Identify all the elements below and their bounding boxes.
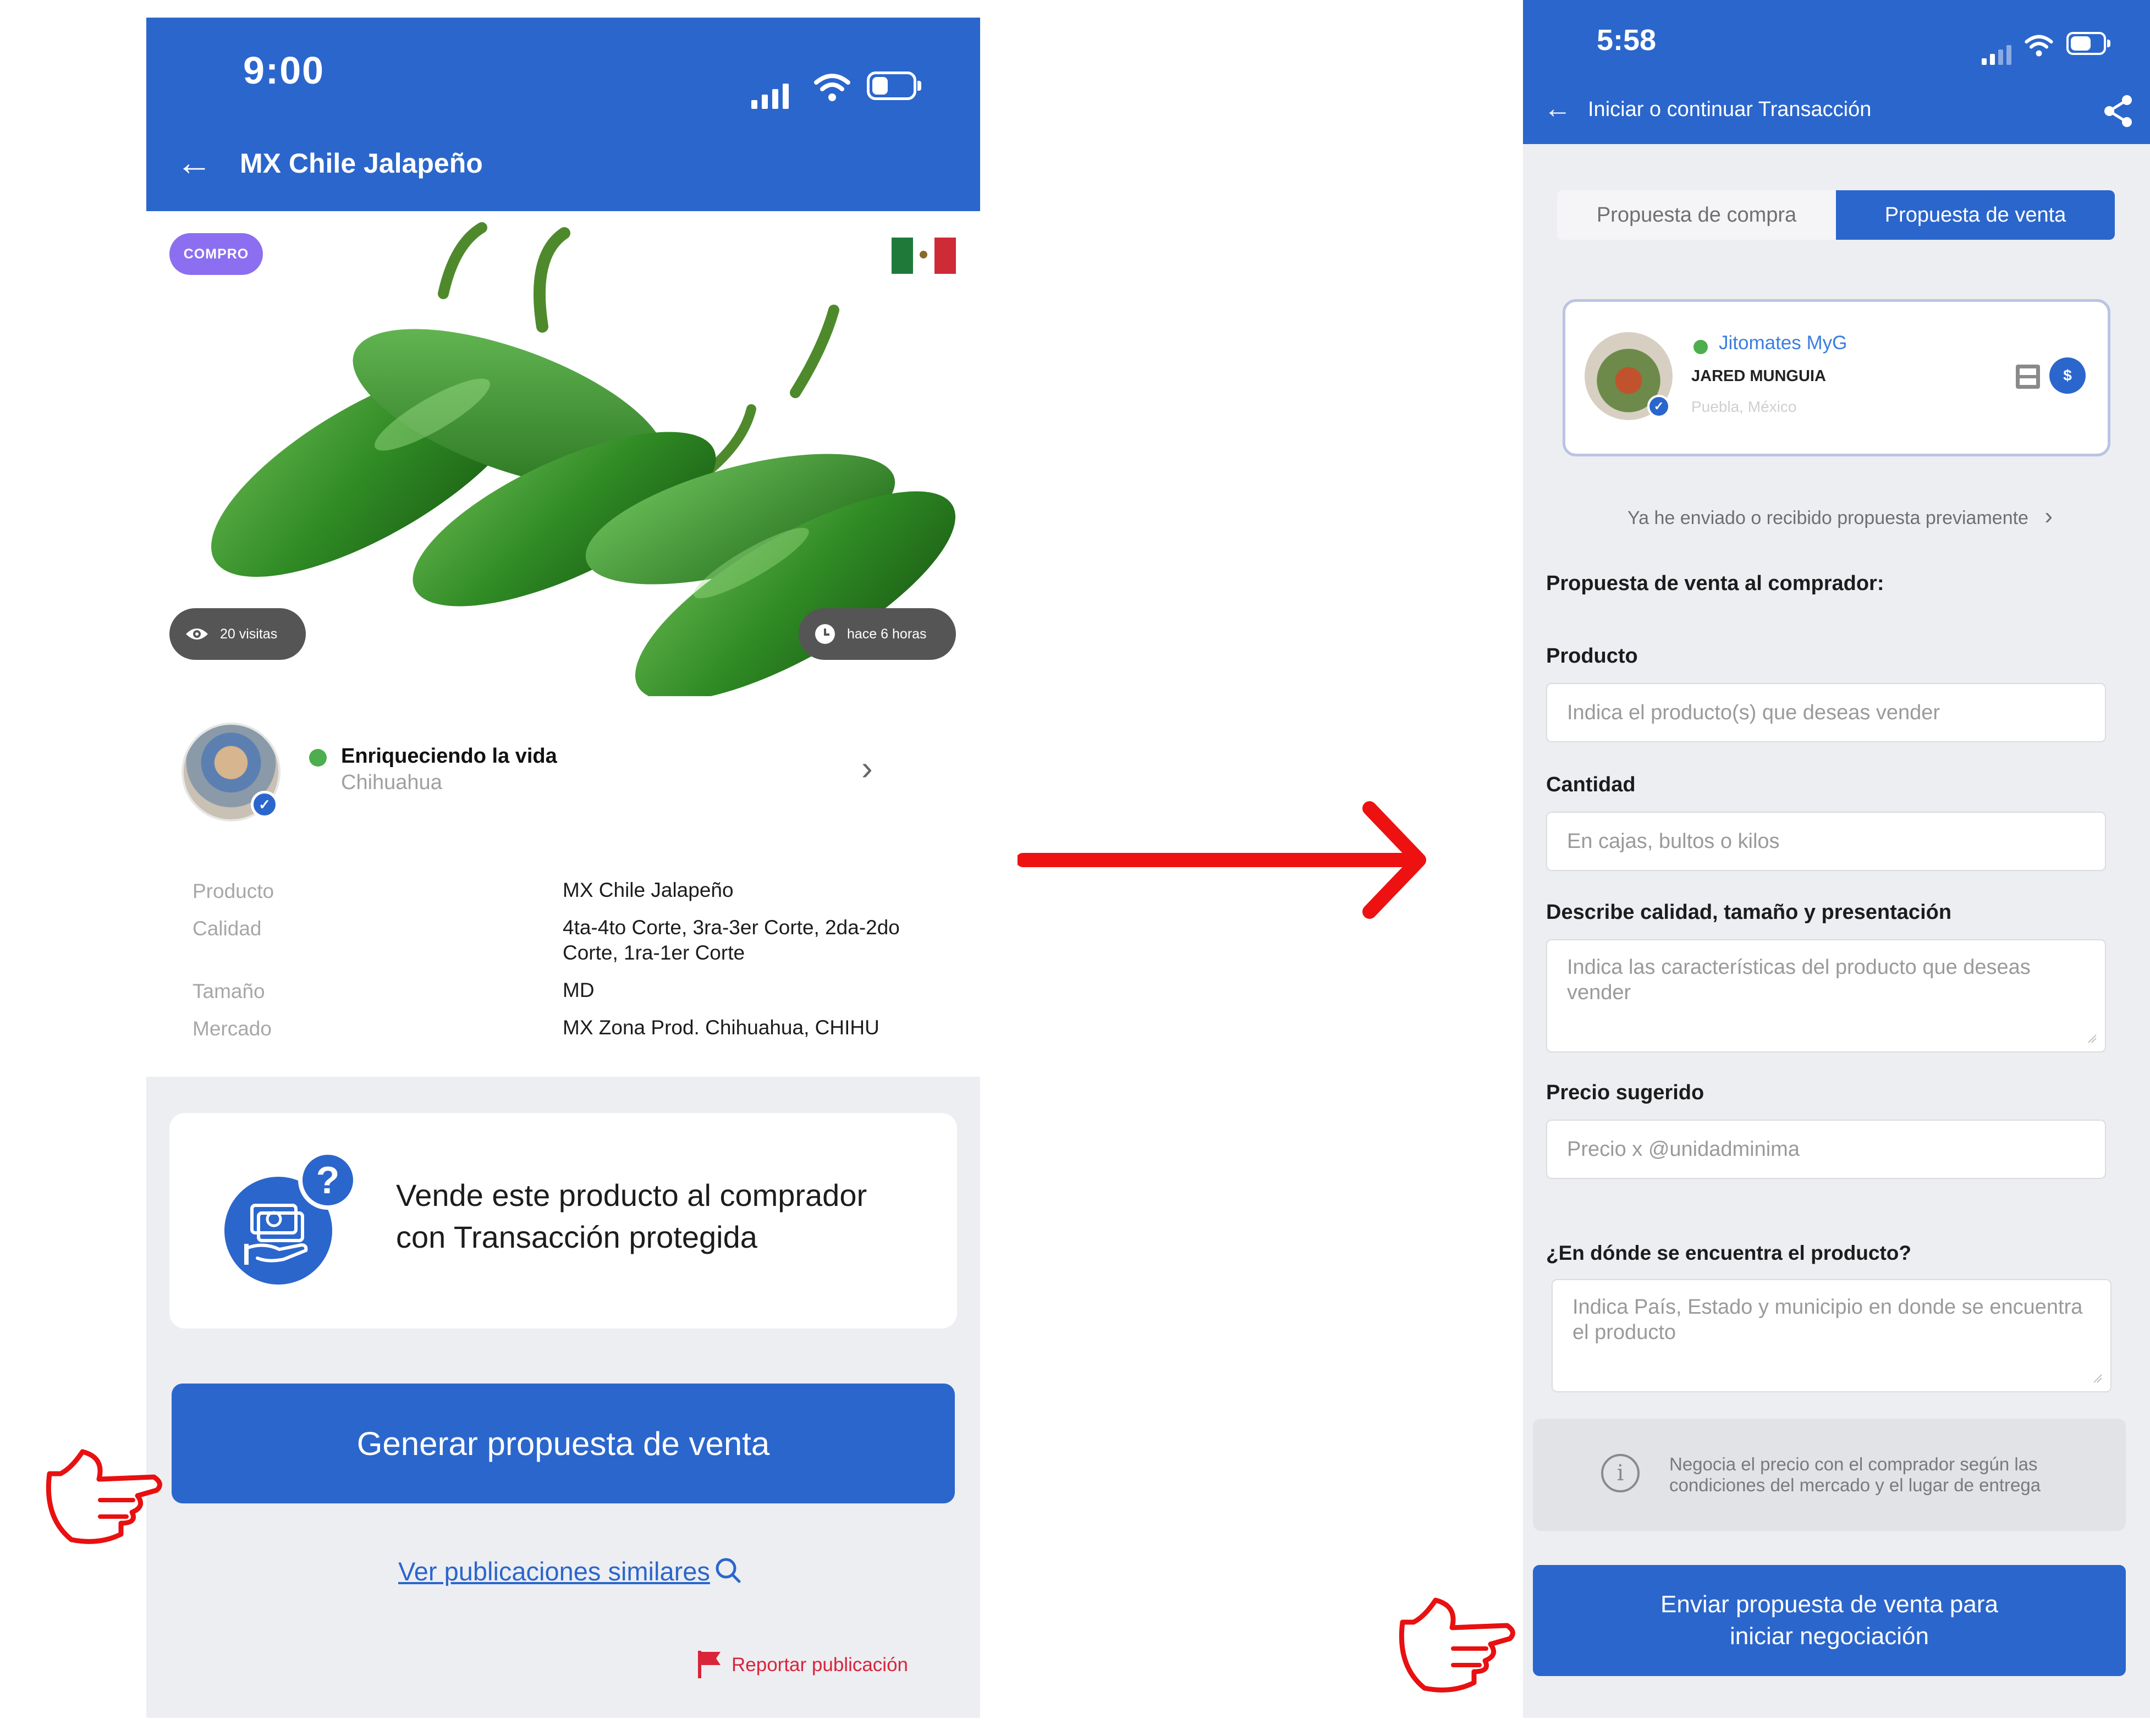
buy-badge: COMPRO (169, 233, 263, 275)
producto-label: Producto (1546, 644, 1638, 668)
spec-label-calidad: Calidad (193, 917, 262, 940)
previous-proposal-label: Ya he enviado o recibido propuesta previ… (1627, 508, 2028, 528)
resize-grip-icon[interactable] (2086, 1033, 2097, 1044)
page-title: Iniciar o continuar Transacción (1588, 98, 1872, 121)
online-status-dot (309, 749, 327, 767)
views-count: 20 visitas (220, 626, 278, 642)
spec-label-tamano: Tamaño (193, 980, 265, 1002)
verified-icon: ✓ (1647, 395, 1670, 418)
cantidad-label: Cantidad (1546, 773, 1636, 796)
product-detail-screen: 9:00 ← MX Chile Jalapeño COMPRO 20 visit… (146, 18, 980, 1718)
ubicacion-label: ¿En dónde se encuentra el producto? (1546, 1242, 1912, 1264)
buyer-business-name: Jitomates MyG (1719, 332, 1847, 354)
buyer-person-name: JARED MUNGUIA (1691, 367, 1826, 385)
chevron-right-icon: › (2044, 503, 2053, 530)
spec-value-calidad: 4ta-4to Corte, 3ra-3er Corte, 2da-2do Co… (563, 916, 900, 964)
mexico-flag-icon (892, 238, 956, 274)
cantidad-input[interactable]: En cajas, bultos o kilos (1546, 812, 2106, 871)
section-title: Propuesta de venta al comprador: (1546, 572, 1884, 595)
back-arrow-icon[interactable]: ← (176, 144, 212, 180)
views-pill: 20 visitas (169, 608, 306, 660)
time-posted-pill: hace 6 horas (799, 608, 956, 660)
tab-sale-proposal[interactable]: Propuesta de venta (1836, 190, 2115, 240)
info-icon: i (1601, 1454, 1640, 1492)
send-button-line2: iniciar negociación (1730, 1623, 1929, 1650)
clock-icon (815, 624, 835, 644)
battery-icon (2066, 32, 2110, 55)
similar-posts-link[interactable]: Ver publicaciones similares (398, 1556, 710, 1586)
signal-icon (1982, 45, 2011, 65)
generate-sale-proposal-button[interactable]: Generar propuesta de venta (172, 1384, 955, 1503)
wifi-icon (814, 74, 850, 101)
spec-label-producto: Producto (193, 880, 274, 902)
spec-value-tamano: MD (563, 979, 595, 1001)
cantidad-placeholder: En cajas, bultos o kilos (1567, 829, 1780, 853)
app-header: 5:58 ← Iniciar o continuar Transacción (1523, 0, 2150, 144)
precio-placeholder: Precio x @unidadminima (1567, 1137, 1800, 1161)
search-icon[interactable] (713, 1555, 744, 1586)
battery-icon (867, 71, 921, 100)
report-post-link[interactable]: Reportar publicación (732, 1654, 908, 1676)
signal-icon (751, 84, 789, 109)
eye-icon (186, 629, 208, 640)
flag-icon[interactable] (696, 1649, 724, 1679)
ubicacion-placeholder: Indica País, Estado y municipio en donde… (1572, 1296, 2083, 1344)
calidad-textarea[interactable]: Indica las características del producto … (1546, 939, 2106, 1052)
producto-input[interactable]: Indica el producto(s) que deseas vender (1546, 683, 2106, 742)
document-icon (2016, 365, 2040, 389)
tab-purchase-proposal[interactable]: Propuesta de compra (1557, 190, 1836, 240)
send-sale-proposal-button[interactable]: Enviar propuesta de venta para iniciar n… (1533, 1565, 2126, 1676)
negotiation-info-text: Negocia el precio con el comprador según… (1669, 1454, 2041, 1495)
buyer-location: Puebla, México (1691, 398, 1797, 415)
precio-label: Precio sugerido (1546, 1081, 1704, 1104)
spec-label-mercado: Mercado (193, 1017, 272, 1040)
spec-value-mercado: MX Zona Prod. Chihuahua, CHIHU (563, 1016, 879, 1039)
seller-name: Enriqueciendo la vida (341, 745, 557, 768)
app-header: 9:00 ← MX Chile Jalapeño (146, 18, 980, 211)
proposal-type-tabs: Propuesta de compra Propuesta de venta (1557, 190, 2115, 240)
chevron-right-icon[interactable]: › (861, 749, 873, 788)
resize-grip-icon[interactable] (2092, 1373, 2103, 1384)
seller-city: Chihuahua (341, 771, 442, 794)
status-time: 9:00 (243, 49, 325, 92)
spec-value-producto: MX Chile Jalapeño (563, 879, 734, 901)
transaction-form-screen: 5:58 ← Iniciar o continuar Transacción P… (1523, 0, 2150, 1718)
protected-transaction-text: Vende este producto al comprador con Tra… (396, 1178, 867, 1254)
calidad-placeholder: Indica las características del producto … (1567, 956, 2031, 1004)
producto-placeholder: Indica el producto(s) que deseas vender (1567, 701, 1940, 724)
calidad-label: Describe calidad, tamaño y presentación (1546, 901, 1952, 924)
red-arrow-icon (1018, 801, 1426, 919)
posted-time: hace 6 horas (847, 626, 927, 642)
previous-proposal-link[interactable]: Ya he enviado o recibido propuesta previ… (1627, 503, 2053, 530)
precio-input[interactable]: Precio x @unidadminima (1546, 1120, 2106, 1179)
verified-icon: ✓ (251, 791, 278, 818)
pointing-hand-icon (1399, 1597, 1515, 1693)
online-status-dot (1693, 340, 1708, 354)
page-title: MX Chile Jalapeño (240, 148, 483, 179)
payment-coin-icon: $ (2049, 357, 2086, 394)
status-time: 5:58 (1597, 24, 1657, 57)
ubicacion-textarea[interactable]: Indica País, Estado y municipio en donde… (1552, 1279, 2111, 1392)
wifi-icon (2025, 35, 2053, 57)
help-question-icon[interactable]: ? (298, 1150, 358, 1210)
share-icon[interactable] (2102, 93, 2135, 129)
back-arrow-icon[interactable]: ← (1544, 95, 1571, 122)
send-button-line1: Enviar propuesta de venta para (1660, 1591, 1998, 1618)
pointing-hand-icon (46, 1449, 162, 1544)
